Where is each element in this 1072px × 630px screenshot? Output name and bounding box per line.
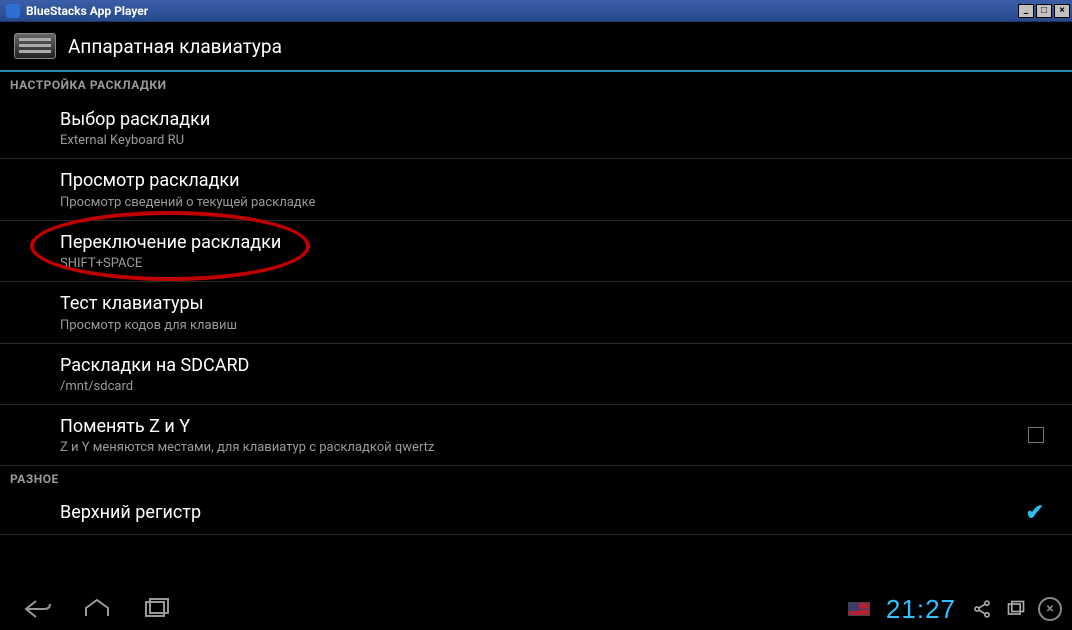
item-switch-layout[interactable]: Переключение раскладки SHIFT+SPACE: [0, 221, 1072, 282]
window-maximize-button[interactable]: □: [1036, 4, 1052, 18]
item-title: Верхний регистр: [60, 501, 1056, 524]
home-icon[interactable]: [82, 598, 112, 620]
item-title: Просмотр раскладки: [60, 169, 1056, 192]
item-sub: SHIFT+SPACE: [60, 256, 1056, 271]
item-swap-zy[interactable]: Поменять Z и Y Z и Y меняются местами, д…: [0, 405, 1072, 466]
app-header: Аппаратная клавиатура: [0, 22, 1072, 72]
section-heading-misc: РАЗНОЕ: [0, 466, 1072, 492]
item-sub: Просмотр кодов для клавиш: [60, 318, 1056, 333]
section-heading-layout: НАСТРОЙКА РАСКЛАДКИ: [0, 72, 1072, 98]
checkbox-checked-icon[interactable]: ✔: [1026, 501, 1044, 526]
checkbox-unchecked-icon[interactable]: [1028, 427, 1044, 443]
item-title: Поменять Z и Y: [60, 415, 1056, 438]
recent-apps-icon[interactable]: [142, 598, 172, 620]
item-choose-layout[interactable]: Выбор раскладки External Keyboard RU: [0, 98, 1072, 159]
item-title: Тест клавиатуры: [60, 292, 1056, 315]
item-view-layout[interactable]: Просмотр раскладки Просмотр сведений о т…: [0, 159, 1072, 220]
item-title: Раскладки на SDCARD: [60, 354, 1056, 377]
item-sub: Просмотр сведений о текущей раскладке: [60, 195, 1056, 210]
window-icon: [6, 4, 20, 18]
window-minimize-button[interactable]: _: [1018, 4, 1034, 18]
fullscreen-icon[interactable]: [1004, 597, 1028, 621]
flag-us-icon[interactable]: [848, 602, 870, 616]
clock: 21:27: [886, 594, 956, 625]
exit-icon[interactable]: ×: [1038, 597, 1062, 621]
window-close-button[interactable]: ×: [1054, 4, 1070, 18]
item-uppercase[interactable]: Верхний регистр ✔: [0, 492, 1072, 534]
item-sub: Z и Y меняются местами, для клавиатур с …: [60, 440, 1056, 455]
share-icon[interactable]: [970, 597, 994, 621]
item-sdcard-layouts[interactable]: Раскладки на SDCARD /mnt/sdcard: [0, 344, 1072, 405]
app-header-title: Аппаратная клавиатура: [68, 35, 282, 58]
item-sub: External Keyboard RU: [60, 133, 1056, 148]
item-test-keyboard[interactable]: Тест клавиатуры Просмотр кодов для клави…: [0, 282, 1072, 343]
back-icon[interactable]: [22, 598, 52, 620]
item-sub: /mnt/sdcard: [60, 379, 1056, 394]
item-title: Переключение раскладки: [60, 231, 1056, 254]
window-title-text: BlueStacks App Player: [26, 4, 148, 18]
item-title: Выбор раскладки: [60, 108, 1056, 131]
keyboard-icon: [14, 33, 56, 59]
system-navbar: 21:27 ×: [0, 588, 1072, 630]
window-title-bar: BlueStacks App Player _ □ ×: [0, 0, 1072, 22]
